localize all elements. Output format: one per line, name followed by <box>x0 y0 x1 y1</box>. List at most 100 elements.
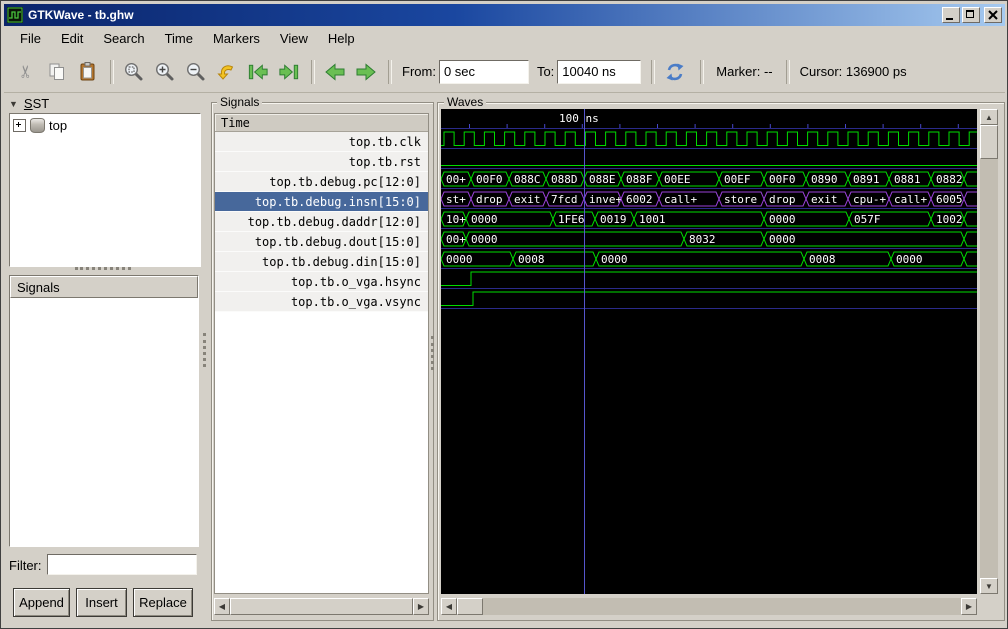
cut-icon: ✂ <box>16 64 36 79</box>
time-column-header[interactable]: Time <box>215 114 428 132</box>
from-input[interactable] <box>438 59 529 84</box>
waves-hscrollbar[interactable]: ◀ ▶ <box>441 598 977 615</box>
zoom-in-button[interactable] <box>153 60 177 84</box>
bus-value: st+ <box>446 193 466 206</box>
pane-splitter-handle[interactable] <box>431 336 434 370</box>
minimize-button[interactable] <box>942 7 960 23</box>
zoom-fit-button[interactable] <box>122 60 146 84</box>
bus-value: drop <box>769 193 796 206</box>
scroll-right-icon[interactable]: ▶ <box>413 598 429 615</box>
bus-value: call+ <box>664 193 697 206</box>
signal-row[interactable]: top.tb.o_vga.vsync <box>215 292 428 312</box>
toolbar-separator <box>110 59 114 84</box>
waves-hscroll-thumb[interactable] <box>457 598 483 615</box>
reload-button[interactable] <box>663 60 687 84</box>
copy-button[interactable] <box>45 60 69 84</box>
close-button[interactable] <box>984 7 1002 23</box>
scroll-left-icon[interactable]: ◀ <box>214 598 230 615</box>
insert-button[interactable]: Insert <box>76 588 127 617</box>
window-title: GTKWave - tb.ghw <box>28 8 134 22</box>
cursor-readout: Cursor: 136900 ps <box>799 64 907 79</box>
menu-item-search[interactable]: Search <box>93 29 154 48</box>
signal-row[interactable]: top.tb.clk <box>215 132 428 152</box>
bus-value: 8032 <box>689 233 716 246</box>
sst-signals-header[interactable]: Signals <box>10 276 198 298</box>
signal-row[interactable]: top.tb.debug.din[15:0] <box>215 252 428 272</box>
sst-tree: top <box>9 113 201 267</box>
zoom-out-icon <box>186 62 205 80</box>
signal-row[interactable]: top.tb.debug.pc[12:0] <box>215 172 428 192</box>
sst-expander[interactable]: ▼ SST <box>9 96 49 111</box>
back-icon <box>325 62 345 81</box>
maximize-button[interactable] <box>962 7 980 23</box>
bus-value: 0000 <box>769 213 796 226</box>
toolbar-separator <box>785 59 790 84</box>
go-to-start-icon <box>248 63 268 80</box>
menu-item-time[interactable]: Time <box>155 29 203 48</box>
wave-canvas[interactable]: 100 ns 00+ 00F0 088C 088D 088E 088F 00EE 00EF 00F… <box>441 109 977 594</box>
zoom-undo-button[interactable] <box>215 60 239 84</box>
bus-value: 088C <box>514 173 541 186</box>
bus-value: 0019 <box>600 213 627 226</box>
tree-expand-icon[interactable] <box>13 119 26 132</box>
scroll-left-icon[interactable]: ◀ <box>441 598 457 615</box>
signal-row[interactable]: top.tb.debug.insn[15:0] <box>215 192 428 212</box>
signals-hscroll-thumb[interactable] <box>230 598 413 615</box>
bus-value: 0008 <box>518 253 545 266</box>
bus-value: 6005 <box>936 193 963 206</box>
signal-row[interactable]: top.tb.o_vga.hsync <box>215 272 428 292</box>
append-button[interactable]: Append <box>13 588 70 617</box>
bus-value: 00F0 <box>769 173 796 186</box>
signal-row[interactable]: top.tb.rst <box>215 152 428 172</box>
sst-signals-list: Signals <box>9 275 199 547</box>
copy-icon <box>49 63 64 80</box>
forward-button[interactable] <box>354 60 378 84</box>
timescale-label: 100 ns <box>559 112 599 125</box>
waves-vscroll-thumb[interactable] <box>980 125 998 159</box>
menu-item-view[interactable]: View <box>270 29 318 48</box>
bus-value: inve+ <box>589 193 622 206</box>
bus-value: 0000 <box>896 253 923 266</box>
signal-row[interactable]: top.tb.debug.dout[15:0] <box>215 232 428 252</box>
bus-value: 00EE <box>664 173 691 186</box>
bus-value: store <box>724 193 757 206</box>
menu-item-markers[interactable]: Markers <box>203 29 270 48</box>
tree-item-top[interactable]: top <box>10 114 200 137</box>
bus-value: 10+ <box>446 213 466 226</box>
menu-bar: File Edit Search Time Markers View Help <box>4 26 1005 51</box>
bus-value: 6002 <box>626 193 653 206</box>
cut-button[interactable]: ✂ <box>14 60 38 84</box>
zoom-out-button[interactable] <box>184 60 208 84</box>
replace-button[interactable]: Replace <box>133 588 193 617</box>
title-bar[interactable]: GTKWave - tb.ghw <box>4 4 1005 26</box>
menu-item-help[interactable]: Help <box>318 29 365 48</box>
scroll-down-icon[interactable]: ▼ <box>980 578 998 594</box>
back-button[interactable] <box>323 60 347 84</box>
to-label: To: <box>536 64 555 79</box>
bus-value: 0890 <box>811 173 838 186</box>
go-to-end-button[interactable] <box>277 60 301 84</box>
waves-vscrollbar[interactable]: ▲ ▼ <box>980 109 998 594</box>
tree-item-label: top <box>49 118 68 133</box>
go-to-start-button[interactable] <box>246 60 270 84</box>
sst-signals-header-label: Signals <box>17 279 60 295</box>
zoom-in-icon <box>155 62 174 80</box>
scroll-up-icon[interactable]: ▲ <box>980 109 998 125</box>
bus-value: exit <box>514 193 541 206</box>
bus-value: 088E <box>589 173 616 186</box>
bus-value: 0891 <box>853 173 880 186</box>
to-input[interactable] <box>557 59 642 84</box>
paste-button[interactable] <box>76 60 100 84</box>
scroll-right-icon[interactable]: ▶ <box>961 598 977 615</box>
pane-splitter-handle[interactable] <box>203 333 206 367</box>
expander-triangle-icon: ▼ <box>9 98 18 109</box>
module-icon <box>30 118 45 133</box>
filter-input[interactable] <box>47 554 197 575</box>
signal-row[interactable]: top.tb.debug.daddr[12:0] <box>215 212 428 232</box>
menu-item-file[interactable]: File <box>10 29 51 48</box>
menu-item-edit[interactable]: Edit <box>51 29 93 48</box>
bus-value: 0881 <box>894 173 921 186</box>
horizontal-splitter-handle[interactable] <box>75 267 131 270</box>
signals-hscrollbar[interactable]: ◀ ▶ <box>214 598 429 615</box>
paste-icon <box>80 61 95 80</box>
